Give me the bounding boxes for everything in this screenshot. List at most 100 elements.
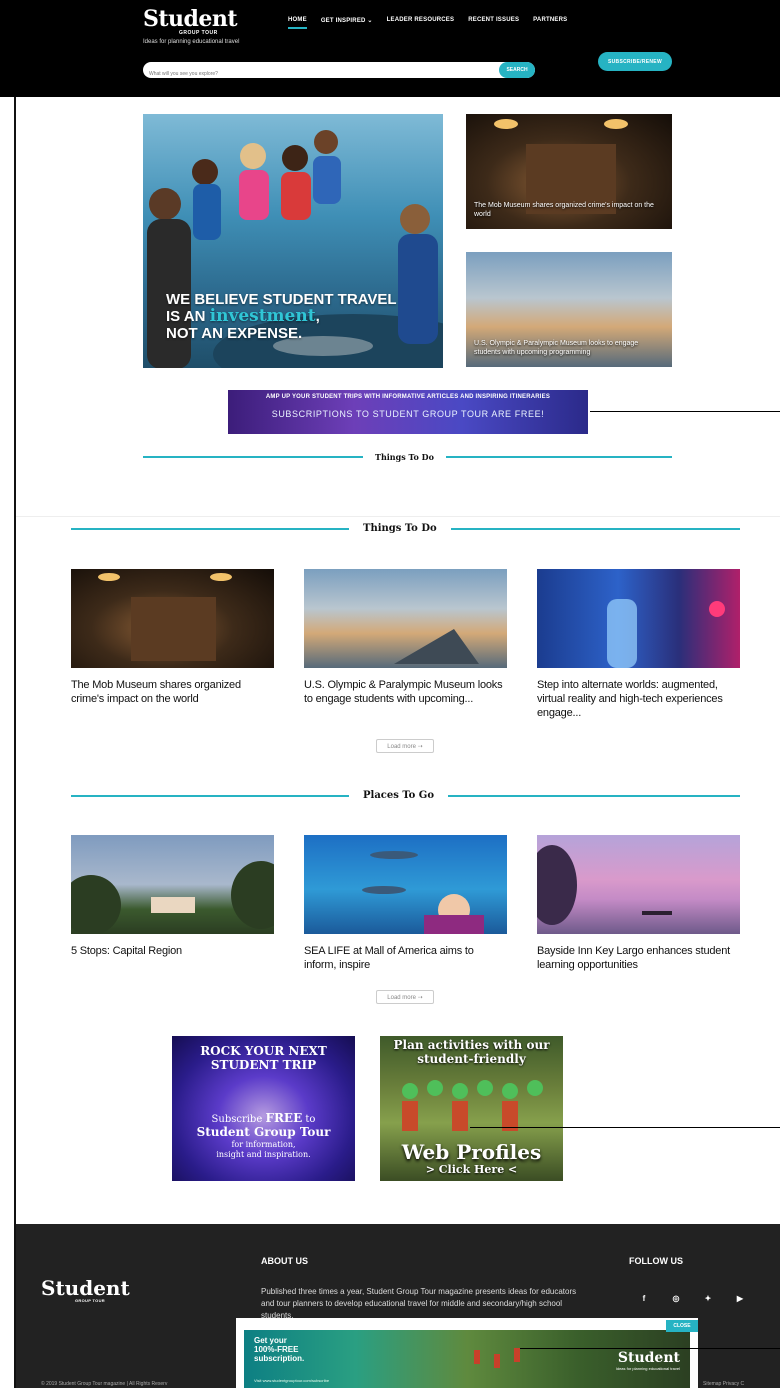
hero-caption: WE BELIEVE STUDENT TRAVEL IS AN investme…	[166, 291, 397, 342]
article-card[interactable]: U.S. Olympic & Paralympic Museum looks t…	[304, 569, 507, 706]
ad-line: student-friendly	[417, 1052, 526, 1066]
side-card-caption: The Mob Museum shares organized crime's …	[474, 202, 654, 218]
article-thumbnail	[304, 835, 507, 934]
facebook-icon[interactable]: f	[636, 1294, 652, 1303]
ad-text: Subscribe	[211, 1114, 266, 1125]
article-title[interactable]: 5 Stops: Capital Region	[71, 944, 274, 958]
ad-text: insight and inspiration.	[216, 1150, 311, 1159]
popup-text: Get your 100%-FREE subscription.	[254, 1336, 304, 1363]
nav-recent-issues[interactable]: RECENT ISSUES	[468, 17, 519, 29]
main-nav: HOME GET INSPIRED ⌄ LEADER RESOURCES REC…	[288, 17, 567, 29]
section-divider-things: Things To Do	[71, 523, 740, 534]
ad-big-text: Web Profiles	[401, 1140, 542, 1164]
article-card[interactable]: SEA LIFE at Mall of America aims to info…	[304, 835, 507, 972]
divider-line	[445, 456, 672, 458]
nav-home[interactable]: HOME	[288, 17, 307, 29]
article-thumbnail	[71, 569, 274, 668]
section-separator	[16, 516, 780, 517]
annotation-line	[470, 1127, 780, 1128]
footer-logo[interactable]: Student GROUP TOUR	[41, 1276, 130, 1303]
popup-line3: subscription.	[254, 1354, 305, 1363]
section-title: Places To Go	[363, 790, 435, 801]
about-heading: ABOUT US	[261, 1256, 308, 1266]
section-title: Things To Do	[375, 452, 434, 462]
divider-line	[71, 794, 349, 797]
ad-click-here[interactable]: > Click Here <	[380, 1163, 563, 1176]
ad-web-profiles[interactable]: Plan activities with our student-friendly…	[380, 1036, 563, 1181]
instagram-icon[interactable]: ◎	[668, 1294, 684, 1303]
annotation-line	[590, 411, 780, 412]
side-card-olympic-museum[interactable]: U.S. Olympic & Paralympic Museum looks t…	[466, 252, 672, 367]
section-divider-places: Places To Go	[71, 790, 740, 801]
popup-logo: Student Ideas for planning educational t…	[616, 1350, 680, 1371]
ad-text: to	[302, 1114, 316, 1125]
hero-caption-highlight: investment	[209, 306, 316, 326]
load-more-button[interactable]: Load more ⇢	[376, 739, 434, 753]
ad-line: Plan activities with our	[393, 1038, 550, 1052]
article-card[interactable]: 5 Stops: Capital Region	[71, 835, 274, 958]
footer-links[interactable]: Sitemap Privacy C	[703, 1381, 744, 1387]
nav-leader-resources[interactable]: LEADER RESOURCES	[387, 17, 455, 29]
load-more-button[interactable]: Load more ⇢	[376, 990, 434, 1004]
banner-line2: SUBSCRIPTIONS TO STUDENT GROUP TOUR ARE …	[271, 409, 545, 419]
page-border	[14, 97, 16, 1388]
hero-caption-line3: NOT AN EXPENSE.	[166, 325, 303, 342]
subscription-banner[interactable]: AMP UP YOUR STUDENT TRIPS WITH INFORMATI…	[228, 390, 588, 434]
ad-text-free: FREE	[265, 1111, 303, 1125]
popup-banner[interactable]: Get your 100%-FREE subscription. Visit w…	[244, 1330, 690, 1388]
article-thumbnail	[537, 835, 740, 934]
popup-line1: Get your	[254, 1336, 287, 1345]
divider-line	[143, 456, 363, 458]
logo-tagline: Ideas for planning educational travel	[143, 39, 240, 45]
article-title[interactable]: The Mob Museum shares organized crime's …	[71, 678, 274, 706]
side-card-mob-museum[interactable]: The Mob Museum shares organized crime's …	[466, 114, 672, 229]
popup-line2: 100%-FREE	[254, 1345, 299, 1354]
article-thumbnail	[537, 569, 740, 668]
twitter-icon[interactable]: ✦	[700, 1294, 716, 1303]
side-card-caption: U.S. Olympic & Paralympic Museum looks t…	[474, 340, 639, 356]
about-text: Published three times a year, Student Gr…	[261, 1287, 577, 1320]
logo-sub: GROUP TOUR	[179, 30, 218, 36]
popup-logo-word: Student	[617, 1350, 680, 1366]
youtube-icon[interactable]: ▶	[732, 1294, 748, 1303]
follow-heading: FOLLOW US	[629, 1256, 683, 1266]
search-input[interactable]	[143, 66, 483, 82]
article-thumbnail	[71, 835, 274, 934]
nav-get-inspired[interactable]: GET INSPIRED ⌄	[321, 17, 373, 29]
article-title[interactable]: U.S. Olympic & Paralympic Museum looks t…	[304, 678, 507, 706]
subscription-popup: Get your 100%-FREE subscription. Visit w…	[236, 1318, 698, 1388]
nav-partners[interactable]: PARTNERS	[533, 17, 567, 29]
article-card[interactable]: Step into alternate worlds: augmented, v…	[537, 569, 740, 720]
article-thumbnail	[304, 569, 507, 668]
site-header: Student GROUP TOUR Ideas for planning ed…	[0, 0, 780, 97]
subscribe-button[interactable]: SUBSCRIBE/RENEW	[598, 52, 672, 71]
divider-line	[450, 527, 740, 530]
footer-logo-sub: GROUP TOUR	[75, 1298, 105, 1303]
section-divider-small: Things To Do	[143, 452, 672, 462]
footer-logo-word: Student	[41, 1276, 130, 1300]
hero-caption-line2b: ,	[315, 308, 320, 325]
popup-logo-sub: Ideas for planning educational travel	[615, 1366, 680, 1371]
article-card[interactable]: The Mob Museum shares organized crime's …	[71, 569, 274, 706]
article-title[interactable]: SEA LIFE at Mall of America aims to info…	[304, 944, 507, 972]
popup-url[interactable]: Visit www.studentgrouptour.com/subscribe	[254, 1378, 329, 1383]
article-title[interactable]: Bayside Inn Key Largo enhances student l…	[537, 944, 740, 972]
ad-line: ROCK YOUR NEXT	[200, 1044, 327, 1058]
copyright: © 2019 Student Group Tour magazine | All…	[41, 1381, 168, 1387]
article-card[interactable]: Bayside Inn Key Largo enhances student l…	[537, 835, 740, 972]
ad-line: STUDENT TRIP	[210, 1058, 317, 1072]
popup-close-button[interactable]: CLOSE	[666, 1320, 698, 1332]
article-title[interactable]: Step into alternate worlds: augmented, v…	[537, 678, 740, 720]
hero-feature-image[interactable]: WE BELIEVE STUDENT TRAVEL IS AN investme…	[143, 114, 443, 368]
search-button[interactable]: SEARCH	[499, 62, 535, 78]
section-title: Things To Do	[363, 523, 437, 534]
annotation-line	[520, 1348, 780, 1349]
search-bar: SEARCH	[143, 62, 535, 82]
ad-text: Student Group Tour	[196, 1125, 331, 1139]
banner-line1: AMP UP YOUR STUDENT TRIPS WITH INFORMATI…	[265, 394, 551, 400]
ad-text: for information,	[231, 1140, 296, 1149]
ad-rock-your-trip[interactable]: ROCK YOUR NEXT STUDENT TRIP Subscribe FRE…	[172, 1036, 355, 1181]
site-logo[interactable]: Student GROUP TOUR Ideas for planning ed…	[143, 8, 239, 45]
divider-line	[71, 527, 349, 530]
social-links: f ◎ ✦ ▶	[636, 1294, 748, 1303]
